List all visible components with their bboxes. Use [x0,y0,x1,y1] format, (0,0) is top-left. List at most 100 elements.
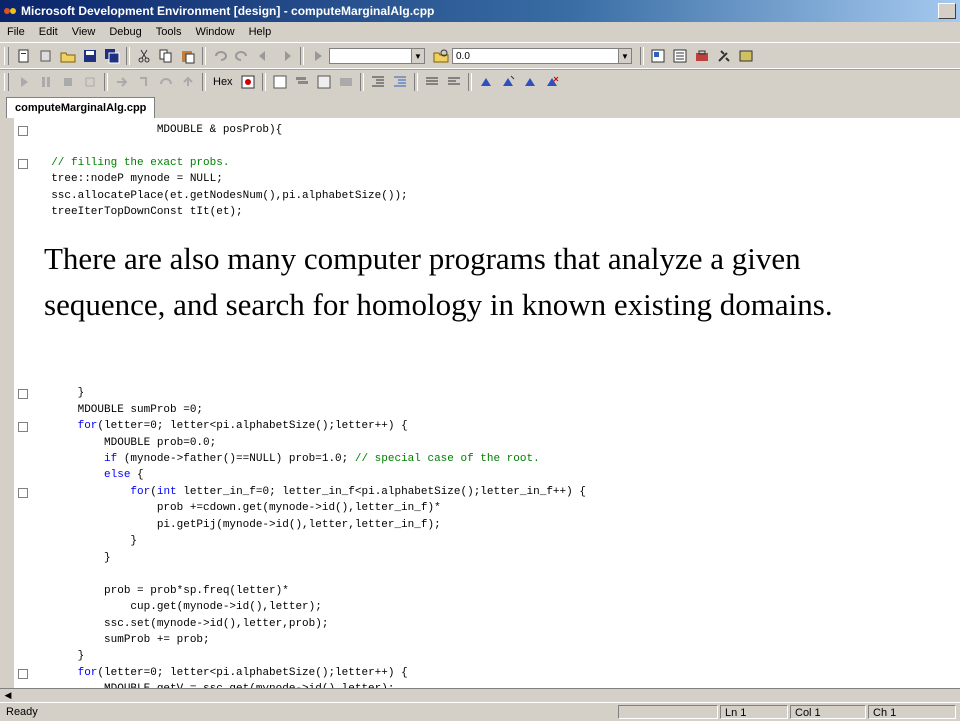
code-line[interactable]: if (mynode->father()==NULL) prob=1.0; //… [14,451,944,467]
toolbar-separator [126,47,130,65]
code-line[interactable]: prob +=cdown.get(mynode->id(),letter_in_… [14,500,944,516]
solution-config-combo[interactable]: ▼ [329,48,425,64]
code-line[interactable] [14,369,944,385]
toolbar-separator [202,47,206,65]
code-line[interactable]: treeIterTopDownConst tIt(et); [14,204,944,220]
restart-icon[interactable] [82,74,98,90]
uncomment-icon[interactable] [446,74,462,90]
fold-toggle-icon[interactable] [18,668,28,679]
locals-icon[interactable] [316,74,332,90]
chevron-down-icon[interactable]: ▼ [411,49,424,63]
add-item-icon[interactable] [38,48,54,64]
code-line[interactable]: sumProb += prob; [14,632,944,648]
fold-toggle-icon[interactable] [18,487,28,498]
toolbar-grip[interactable] [4,47,9,65]
navigate-back-icon[interactable] [256,48,272,64]
redo-icon[interactable] [234,48,250,64]
open-folder-icon[interactable] [60,48,76,64]
breakpoints-icon[interactable] [240,74,256,90]
menu-file[interactable]: File [0,26,32,38]
toggle-bookmark-icon[interactable] [478,74,494,90]
code-line[interactable]: ssc.set(mynode->id(),letter,prob); [14,616,944,632]
customize-icon[interactable] [738,48,754,64]
code-line[interactable]: MDOUBLE & posProb){ [14,122,944,138]
step-into-icon[interactable] [136,74,152,90]
chevron-down-icon[interactable]: ▼ [618,49,631,63]
step-out-icon[interactable] [180,74,196,90]
menu-edit[interactable]: Edit [32,26,65,38]
code-line[interactable]: ssc.allocatePlace(et.getNodesNum(),pi.al… [14,188,944,204]
code-line[interactable]: } [14,648,944,664]
find-combo-value: 0.0 [456,50,470,62]
code-line[interactable]: } [14,385,944,401]
code-line[interactable]: pi.getPij(mynode->id(),letter,letter_in_… [14,517,944,533]
code-line[interactable]: tree::nodeP mynode = NULL; [14,171,944,187]
menu-window[interactable]: Window [188,26,241,38]
toolbar-separator [467,73,472,91]
save-all-icon[interactable] [104,48,120,64]
menu-tools[interactable]: Tools [149,26,189,38]
hex-toggle[interactable]: Hex [213,76,233,88]
code-line[interactable] [14,138,944,154]
horizontal-scrollbar[interactable]: ◀ [0,688,960,703]
fold-toggle-icon[interactable] [18,389,28,400]
code-line[interactable]: for(letter=0; letter<pi.alphabetSize();l… [14,665,944,681]
previous-bookmark-icon[interactable] [522,74,538,90]
title-bar: Microsoft Development Environment [desig… [0,0,960,22]
menu-help[interactable]: Help [242,26,279,38]
code-line[interactable]: prob = prob*sp.freq(letter)* [14,583,944,599]
toolbar-separator [640,47,644,65]
watch-icon[interactable] [272,74,288,90]
code-line[interactable] [14,566,944,582]
find-in-files-icon[interactable] [433,48,449,64]
cut-icon[interactable] [136,48,152,64]
call-stack-icon[interactable] [294,74,310,90]
new-project-icon[interactable] [16,48,32,64]
code-line[interactable]: cup.get(mynode->id(),letter); [14,599,944,615]
scroll-left-icon[interactable]: ◀ [2,690,14,701]
navigate-forward-icon[interactable] [278,48,294,64]
app-icon [4,8,16,14]
find-combo[interactable]: 0.0 ▼ [452,48,632,64]
code-line[interactable]: } [14,533,944,549]
step-over-icon[interactable] [158,74,174,90]
status-ready: Ready [6,706,38,718]
clear-bookmarks-icon[interactable] [544,74,560,90]
code-line[interactable]: for(letter=0; letter<pi.alphabetSize();l… [14,418,944,434]
fold-toggle-icon[interactable] [18,158,28,169]
stop-icon[interactable] [60,74,76,90]
next-bookmark-icon[interactable] [500,74,516,90]
fold-toggle-icon[interactable] [18,126,28,136]
menu-debug[interactable]: Debug [102,26,148,38]
tab-computeMarginalAlg[interactable]: computeMarginalAlg.cpp [6,97,156,118]
memory-icon[interactable] [338,74,354,90]
continue-icon[interactable] [16,74,32,90]
solution-explorer-icon[interactable] [650,48,666,64]
paste-icon[interactable] [180,48,196,64]
menu-view[interactable]: View [65,26,103,38]
indent-icon[interactable] [392,74,408,90]
toolbox-icon[interactable] [694,48,710,64]
toolbar-grip[interactable] [4,73,9,91]
code-line[interactable]: else { [14,467,944,483]
code-line[interactable]: MDOUBLE prob=0.0; [14,435,944,451]
pause-icon[interactable] [38,74,54,90]
comment-icon[interactable] [424,74,440,90]
undo-icon[interactable] [212,48,228,64]
close-button[interactable] [938,3,956,19]
copy-icon[interactable] [158,48,174,64]
code-editor[interactable]: MDOUBLE & posProb){ // filling the exact… [0,118,960,688]
code-line[interactable]: for(int letter_in_f=0; letter_in_f<pi.al… [14,484,944,500]
tools-icon[interactable] [716,48,732,64]
code-area[interactable]: MDOUBLE & posProb){ // filling the exact… [14,118,960,688]
fold-toggle-icon[interactable] [18,422,28,433]
code-line[interactable]: } [14,550,944,566]
code-line[interactable]: MDOUBLE sumProb =0; [14,402,944,418]
start-icon[interactable] [310,48,326,64]
code-line[interactable]: MDOUBLE getV = ssc.get(mynode->id(),lett… [14,681,944,688]
save-icon[interactable] [82,48,98,64]
show-next-statement-icon[interactable] [114,74,130,90]
code-line[interactable]: // filling the exact probs. [14,155,944,171]
properties-icon[interactable] [672,48,688,64]
outdent-icon[interactable] [370,74,386,90]
